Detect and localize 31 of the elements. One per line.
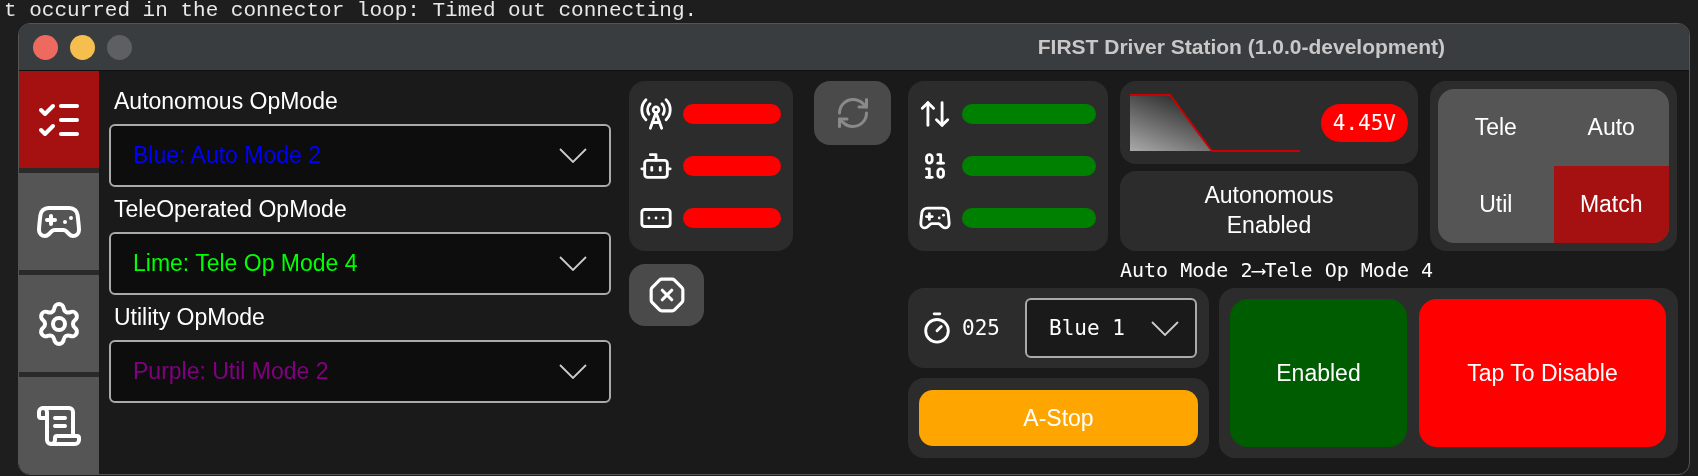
enable-button[interactable]: Enabled (1230, 299, 1407, 447)
timer-value: 025 (962, 316, 1000, 340)
opmode-dropdown[interactable]: Lime: Tele Op Mode 4 (109, 232, 611, 295)
mode-tab[interactable]: Match (1553, 166, 1669, 243)
terminal-line: t occurred in the connector loop: Timed out connecting. (4, 0, 698, 22)
sidebar-item[interactable] (19, 71, 99, 168)
octagon-x-icon (647, 276, 686, 314)
refresh-button[interactable] (814, 81, 891, 145)
chevron-down-icon (559, 148, 587, 163)
field-label: Utility OpMode (113, 303, 266, 332)
chevron-down-icon (559, 256, 587, 271)
mode-tab[interactable]: Tele (1438, 89, 1554, 166)
minimize-button[interactable] (70, 34, 95, 60)
stop-button[interactable] (629, 264, 704, 326)
radio-tower-icon (639, 97, 673, 131)
mode-transition: Auto Mode 2⟶Tele Op Mode 4 (1119, 256, 1435, 284)
chevron-down-icon (1151, 320, 1179, 336)
battery-voltage: 4.45V (1320, 103, 1408, 142)
mode-tab[interactable]: Auto (1553, 89, 1669, 166)
disable-button[interactable]: Tap To Disable (1419, 299, 1666, 447)
sidebar-item[interactable] (19, 275, 99, 372)
close-button[interactable] (33, 34, 58, 60)
field-label: Autonomous OpMode (113, 87, 339, 116)
status-text: Autonomous Enabled (1203, 181, 1335, 240)
station-dropdown[interactable]: Blue 1 (1025, 298, 1197, 358)
mode-tab[interactable]: Util (1438, 166, 1554, 243)
window-title: FIRST Driver Station (1.0.0-development) (1037, 35, 1445, 59)
field-label: TeleOperated OpMode (113, 195, 348, 224)
chevron-down-icon (559, 364, 587, 379)
sidebar-item[interactable] (19, 377, 99, 474)
sidebar-item[interactable] (19, 173, 99, 270)
